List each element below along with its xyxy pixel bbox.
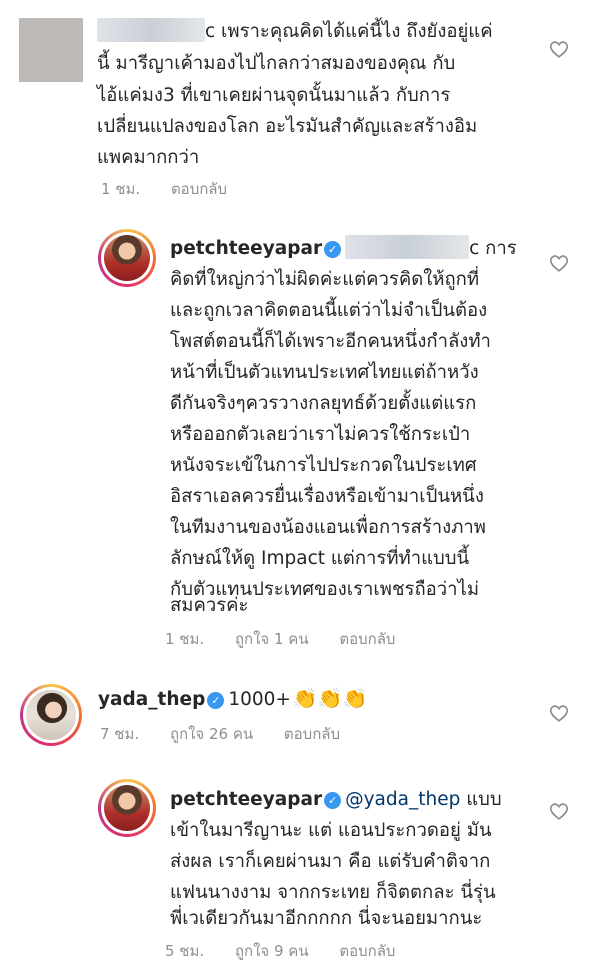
comment-time: 1 ชม. [165,630,205,648]
likes-count[interactable]: ถูกใจ 9 คน [235,942,309,960]
comment-text-line: ส่งผล เราก็เคยผ่านมา คือ แต่รับคำติจาก [170,851,491,872]
comment-text-line: พี่เวเดียวกันมาอีกกกกก นี่จะนอยมากนะ [170,908,483,929]
comment-text-line: ในทีมงานของน้องแอนเพื่อการสร้างภาพ [170,517,486,538]
comment-text-line: อิสราเอลควรยื่นเรื่องหรือเข้ามาเป็นหนึ่ง [170,486,484,507]
comment-text-line: เข้าในมารีญานะ แต่ แอนประกวดอยู่ มัน [170,820,492,841]
comment-time: 5 ชม. [165,942,205,960]
comment-text-line: โพสต์ตอนนี้ก็ได้เพราะอีกคนหนึ่งกำลังทำ [170,331,491,352]
comment-text-line: คิดที่ใหญ่กว่าไม่ผิดค่ะแต่ควรคิดให้ถูกที… [170,269,480,290]
likes-count[interactable]: ถูกใจ 26 คน [170,725,253,743]
likes-count[interactable]: ถูกใจ 1 คน [235,630,309,648]
heart-icon[interactable] [548,800,570,822]
avatar[interactable] [19,18,83,82]
comment-text-line: ไอ้แค่มง3 ที่เขาเคยผ่านจุดนั้นมาแล้ว กับ… [97,85,451,106]
username[interactable]: petchteeyapar [170,238,322,259]
comment-time: 7 ชม. [100,725,140,743]
verified-badge-icon: ✓ [207,692,225,709]
comment-text-line: หน้าที่เป็นตัวแทนประเทศไทยแต่ถ้าหวัง [170,362,479,383]
comment-text-line: c เพราะคุณคิดได้แค่นี้ไง ถึงยังอยู่แค่ [97,16,493,47]
heart-icon[interactable] [548,252,570,274]
comment-text: 1000+ [228,689,291,710]
heart-icon[interactable] [548,38,570,60]
comment-text-line: หนังจระเข้ในการไปประกวดในประเทศ [170,455,477,476]
comment-text-line: เปลี่ยนแปลงของโลก อะไรมันสำคัญและสร้างอิ… [97,116,478,137]
mention-link[interactable]: @yada_thep [345,789,460,810]
username[interactable]: petchteeyapar [170,789,322,810]
avatar[interactable] [20,684,82,746]
comment-text-line: หรือออกตัวเลยว่าเราไม่ควรใช้กระเป๋า [170,424,471,445]
comment-text-line: ดีกันจริงๆควรวางกลยุทธ์ด้วยตั้งแต่แรก [170,393,477,414]
heart-icon[interactable] [548,702,570,724]
verified-badge-icon: ✓ [324,792,342,809]
redacted-mention [345,235,470,259]
verified-badge-icon: ✓ [324,241,342,258]
comment-text-line: ลักษณ์ให้ดู Impact แต่การที่ทำแบบนี้ [170,548,470,569]
avatar[interactable] [98,229,156,287]
clapping-hands-icon: 👏👏👏 [292,686,368,710]
reply-button[interactable]: ตอบกลับ [284,725,340,743]
comment-text-line: แพคมากกว่า [97,147,200,168]
reply-button[interactable]: ตอบกลับ [171,180,227,198]
comment-text-line: และถูกเวลาคิดตอนนี้แต่ว่าไม่จำเป็นต้อง [170,300,488,321]
comment-text-line: สมควรค่ะ [170,595,249,616]
comment-header: petchteeyapar ✓ c การ [170,233,517,264]
username[interactable]: yada_thep [98,689,205,710]
reply-button[interactable]: ตอบกลับ [339,942,395,960]
reply-button[interactable]: ตอบกลับ [339,630,395,648]
avatar[interactable] [98,779,156,837]
comment-text-line: นี้ มารีญาเค้ามองไปไกลกว่าสมองของคุณ กับ [97,53,456,74]
comment-time: 1 ชม. [101,180,141,198]
comment-header: petchteeyapar ✓ @yada_thep แบบ [170,789,502,810]
redacted-username [97,18,205,42]
comment-header: yada_thep ✓ 1000+ 👏👏👏 [98,683,368,715]
